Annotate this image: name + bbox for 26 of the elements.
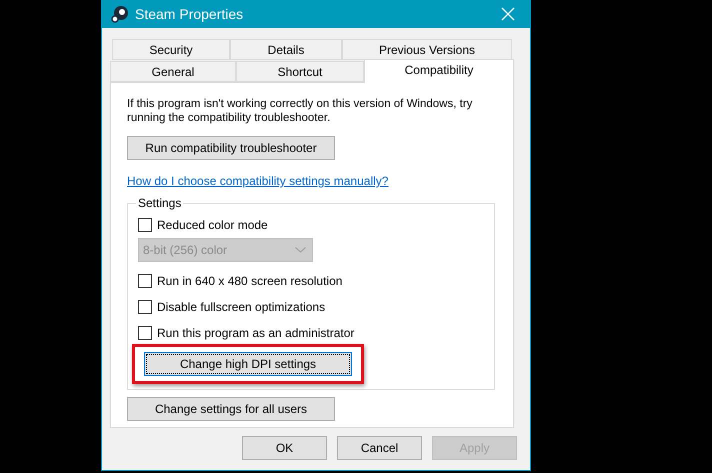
dpi-settings-button[interactable]: Change high DPI settings bbox=[144, 352, 352, 376]
checkbox[interactable] bbox=[138, 300, 152, 314]
checkbox-label: Run in 640 x 480 screen resolution bbox=[157, 274, 342, 288]
dialog-button[interactable]: OK bbox=[242, 436, 327, 460]
checkbox[interactable] bbox=[138, 274, 152, 288]
all-users-button[interactable]: Change settings for all users bbox=[127, 397, 335, 421]
dialog-button[interactable]: Cancel bbox=[337, 436, 422, 460]
tab[interactable]: Compatibility bbox=[364, 59, 514, 83]
checkbox-label: Reduced color mode bbox=[157, 218, 268, 232]
group-label: Settings bbox=[137, 196, 182, 210]
window-title: Steam Properties bbox=[135, 6, 244, 22]
intro-text: If this program isn't working correctly on this version of Windows, try running the compatibility troubleshooter. bbox=[127, 97, 474, 125]
chevron-icon bbox=[295, 247, 306, 253]
tab[interactable]: Shortcut bbox=[236, 61, 364, 82]
help-link[interactable]: How do I choose compatibility settings manually? bbox=[127, 174, 388, 188]
troubleshooter-button[interactable]: Run compatibility troubleshooter bbox=[127, 136, 335, 160]
tab[interactable]: Security bbox=[112, 39, 230, 60]
tab[interactable]: General bbox=[110, 61, 236, 82]
checkbox[interactable] bbox=[138, 218, 152, 232]
app-icon bbox=[109, 4, 129, 24]
close-icon bbox=[501, 7, 515, 21]
tab[interactable]: Details bbox=[230, 39, 342, 60]
checkbox[interactable] bbox=[138, 326, 152, 340]
checkbox-label: Run this program as an administrator bbox=[157, 326, 354, 340]
tab[interactable]: Previous Versions bbox=[342, 39, 512, 60]
checkbox-label: Disable fullscreen optimizations bbox=[157, 300, 326, 314]
